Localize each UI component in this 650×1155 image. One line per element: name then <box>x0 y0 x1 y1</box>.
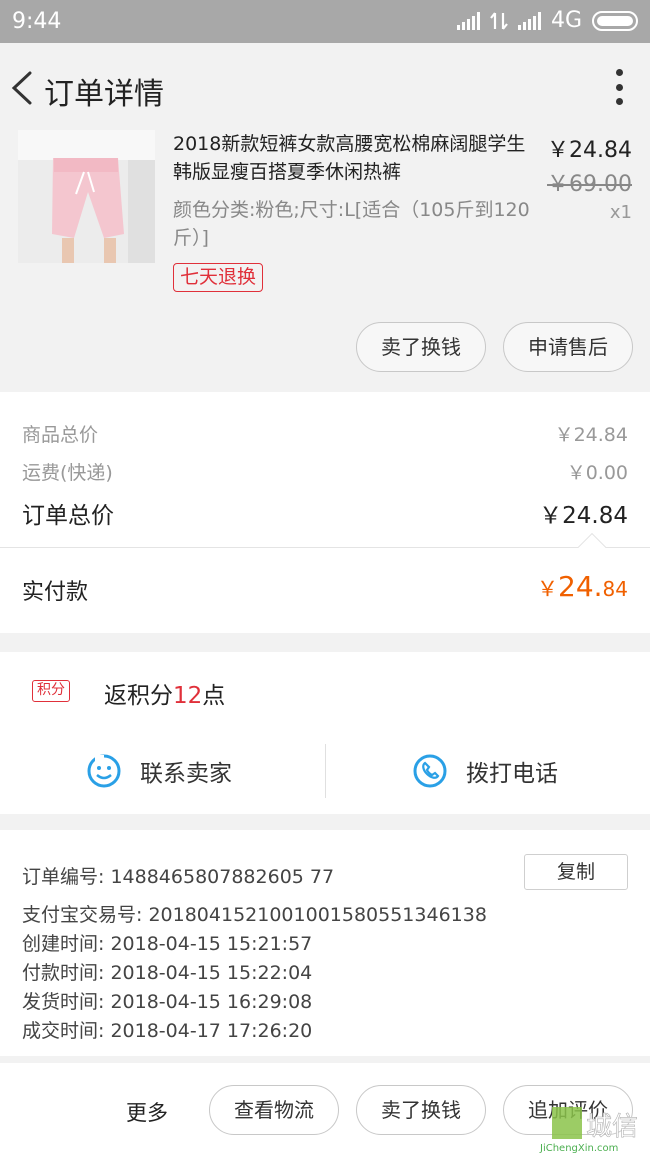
nav-bar: 订单详情 <box>0 43 650 130</box>
price-summary: 商品总价 ￥24.84 运费(快递) ￥0.00 订单总价 ￥24.84 实付款… <box>0 392 650 633</box>
shipping-value: ￥0.00 <box>566 462 628 484</box>
order-total-row: 订单总价 ￥24.84 <box>22 496 628 530</box>
divider-notch <box>577 532 607 562</box>
status-bar: 9:44 4G <box>0 0 650 43</box>
paid-decimal: 84 <box>602 577 628 601</box>
completed-value: 2018-04-17 17:26:20 <box>110 1020 313 1042</box>
chat-face-icon <box>87 754 121 788</box>
phone-icon <box>413 754 447 788</box>
more-button[interactable]: 更多 <box>126 1097 168 1127</box>
points-badge: 积分 <box>32 680 70 702</box>
points-value: 12 <box>173 683 203 709</box>
paid-time-label: 付款时间: <box>22 962 105 984</box>
product-original-price: ￥69.00 <box>547 172 632 197</box>
alipay-line: 支付宝交易号: 2018041521001001580551346138 <box>22 900 487 927</box>
status-time: 9:44 <box>12 9 62 34</box>
points-prefix: 返积分 <box>104 683 173 709</box>
after-sale-button[interactable]: 申请售后 <box>503 322 633 372</box>
shipped-value: 2018-04-15 16:29:08 <box>110 991 313 1013</box>
created-label: 创建时间: <box>22 933 105 955</box>
shipping-label: 运费(快递) <box>22 462 113 484</box>
page-title: 订单详情 <box>44 77 164 112</box>
divider <box>0 547 650 548</box>
network-type: 4G <box>550 8 582 33</box>
copy-button[interactable]: 复制 <box>524 854 628 890</box>
resell-button-bottom[interactable]: 卖了换钱 <box>356 1085 486 1135</box>
data-transfer-icon <box>490 11 508 30</box>
resell-button[interactable]: 卖了换钱 <box>356 322 486 372</box>
paid-time-value: 2018-04-15 15:22:04 <box>110 962 313 984</box>
order-info: 订单编号: 1488465807882605 77 复制 支付宝交易号: 201… <box>0 830 650 1056</box>
watermark-logo: 城信 JiChengXin.com <box>526 1105 644 1154</box>
status-icons: 4G <box>456 8 638 33</box>
product-quantity: x1 <box>609 202 632 223</box>
goods-total-label: 商品总价 <box>22 424 99 446</box>
product-title[interactable]: 2018新款短裤女款高腰宽松棉麻阔腿学生韩版显瘦百搭夏季休闲热裤 <box>173 130 533 186</box>
seven-day-return-tag: 七天退换 <box>173 263 264 292</box>
paid-currency: ￥ <box>537 577 559 601</box>
view-logistics-button[interactable]: 查看物流 <box>209 1085 339 1135</box>
product-sku: 颜色分类:粉色;尺寸:L[适合（105斤到120斤）] <box>173 199 530 249</box>
contact-divider <box>325 744 326 798</box>
paid-amount: ￥24.84 <box>537 570 628 603</box>
alipay-label: 支付宝交易号: <box>22 904 143 926</box>
created-line: 创建时间: 2018-04-15 15:21:57 <box>22 929 312 956</box>
goods-total-value: ￥24.84 <box>554 424 628 446</box>
contact-seller-label: 联系卖家 <box>140 761 232 787</box>
completed-label: 成交时间: <box>22 1020 105 1042</box>
points-text: 返积分12点 <box>104 676 225 710</box>
contact-row: 联系卖家 拨打电话 <box>0 744 650 798</box>
call-phone-button[interactable]: 拨打电话 <box>412 744 558 798</box>
goods-total-row: 商品总价 ￥24.84 <box>22 420 628 447</box>
paid-label: 实付款 <box>22 580 89 605</box>
created-value: 2018-04-15 15:21:57 <box>110 933 313 955</box>
paid-integer: 24. <box>558 570 603 603</box>
alipay-value: 2018041521001001580551346138 <box>148 904 487 926</box>
points-section: 积分 返积分12点 联系卖家 拨打电话 <box>0 652 650 814</box>
shipping-row: 运费(快递) ￥0.00 <box>22 458 628 485</box>
back-arrow-icon[interactable] <box>10 71 34 105</box>
product-card: 2018新款短裤女款高腰宽松棉麻阔腿学生韩版显瘦百搭夏季休闲热裤 颜色分类:粉色… <box>0 130 650 390</box>
shipped-label: 发货时间: <box>22 991 105 1013</box>
svg-text:JiChengXin.com: JiChengXin.com <box>539 1143 618 1153</box>
order-total-value: ￥24.84 <box>539 503 628 529</box>
signal-icon <box>456 11 480 30</box>
signal-icon-2 <box>517 11 541 30</box>
product-thumbnail[interactable] <box>18 130 155 263</box>
order-number-value: 1488465807882605 77 <box>110 866 335 888</box>
more-options-icon[interactable] <box>614 69 624 105</box>
paid-time-line: 付款时间: 2018-04-15 15:22:04 <box>22 958 312 985</box>
shipped-line: 发货时间: 2018-04-15 16:29:08 <box>22 987 312 1014</box>
product-price: ￥24.84 <box>547 138 632 163</box>
svg-text:城信: 城信 <box>586 1112 638 1142</box>
points-suffix: 点 <box>202 683 226 709</box>
bottom-action-bar: 更多 查看物流 卖了换钱 追加评价 城信 JiChengXin.com <box>0 1063 650 1155</box>
battery-icon <box>592 10 638 31</box>
completed-line: 成交时间: 2018-04-17 17:26:20 <box>22 1016 312 1043</box>
order-total-label: 订单总价 <box>22 503 114 529</box>
order-number-line: 订单编号: 1488465807882605 77 <box>22 862 334 889</box>
contact-seller-button[interactable]: 联系卖家 <box>86 744 232 798</box>
order-number-label: 订单编号: <box>22 866 105 888</box>
call-phone-label: 拨打电话 <box>466 761 558 787</box>
